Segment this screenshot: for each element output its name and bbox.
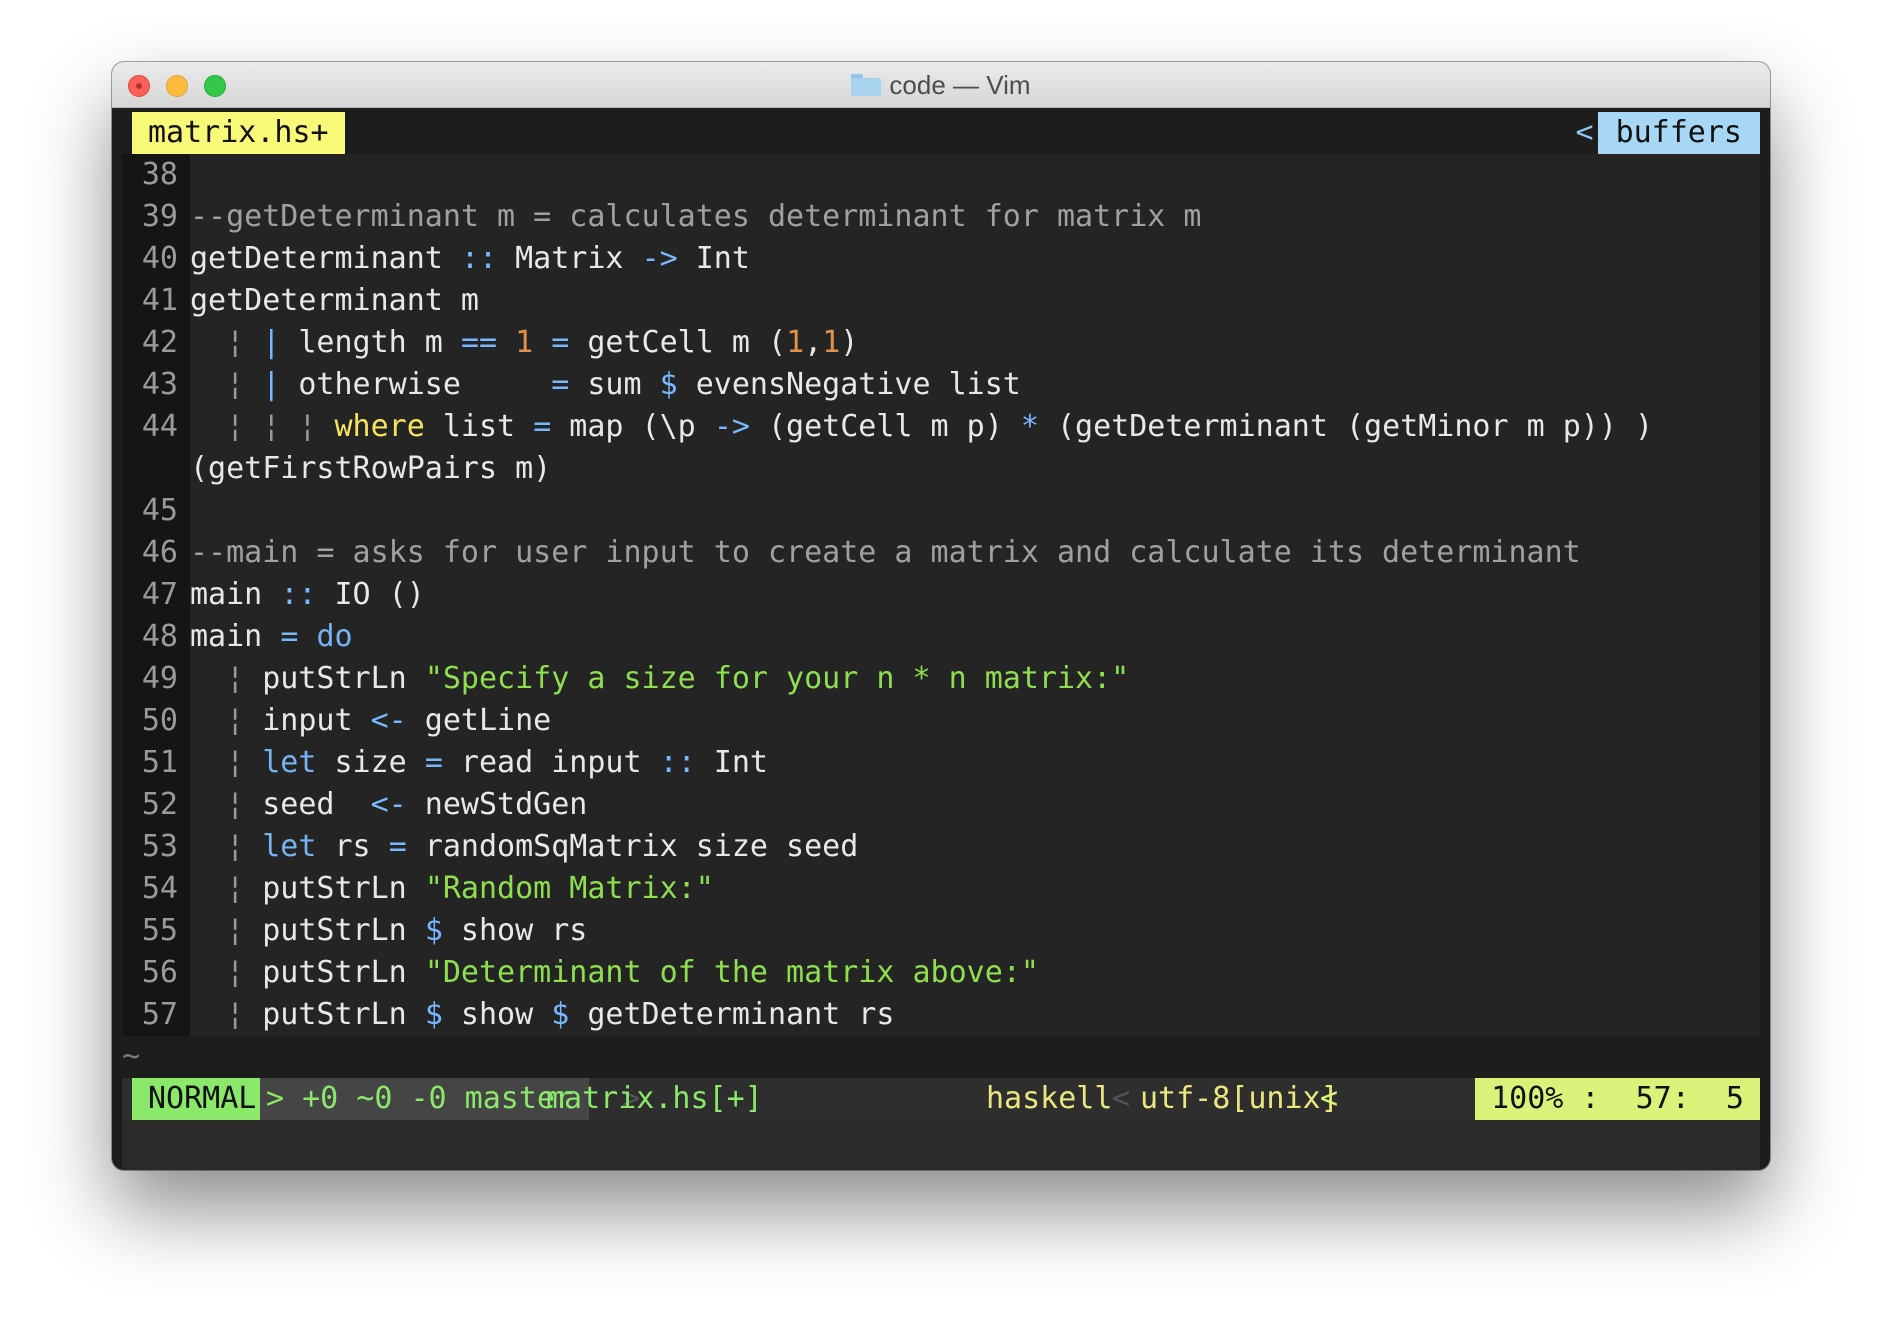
- code-line[interactable]: 50 ¦ input <- getLine: [122, 700, 1760, 742]
- code-line[interactable]: 51 ¦ let size = read input :: Int: [122, 742, 1760, 784]
- line-number: 54: [141, 871, 178, 906]
- line-number: 57: [141, 997, 178, 1032]
- editor-pane[interactable]: 38 39 --getDeterminant m = calculates dete…: [122, 154, 1760, 1036]
- titlebar[interactable]: code — Vim: [112, 62, 1770, 108]
- code-line[interactable]: 49 ¦ putStrLn "Specify a size for your n…: [122, 658, 1760, 700]
- code-lines[interactable]: 38 39 --getDeterminant m = calculates dete…: [122, 154, 1760, 1036]
- statusline: NORMAL > +0 ~0 -0 master > matrix.hs[+] …: [122, 1078, 1760, 1120]
- code-text: ¦ | length m == 1 = getCell m (1,1): [226, 325, 859, 360]
- code-line[interactable]: 52 ¦ seed <- newStdGen: [122, 784, 1760, 826]
- code-text: ¦ | otherwise = sum $ evensNegative list: [226, 367, 1021, 402]
- code-line[interactable]: 54 ¦ putStrLn "Random Matrix:": [122, 868, 1760, 910]
- line-number: 47: [141, 577, 178, 612]
- code-text: (getFirstRowPairs m): [190, 451, 552, 486]
- line-number: 48: [141, 619, 178, 654]
- code-line[interactable]: 56 ¦ putStrLn "Determinant of the matrix…: [122, 952, 1760, 994]
- line-number: 44: [141, 409, 178, 444]
- line-number: 42: [141, 325, 178, 360]
- line-number: 46: [141, 535, 178, 570]
- code-line[interactable]: 46 --main = asks for user input to create…: [122, 532, 1760, 574]
- line-number: 45: [141, 493, 178, 528]
- window-title: code — Vim: [112, 62, 1770, 108]
- code-line[interactable]: 57 ¦ putStrLn $ show $ getDeterminant rs: [122, 994, 1760, 1036]
- line-number: 49: [141, 661, 178, 696]
- line-number: 43: [141, 367, 178, 402]
- code-line[interactable]: (getFirstRowPairs m): [122, 448, 1760, 490]
- terminal-area[interactable]: matrix.hs+ < buffers 38 39 --getDeterminan…: [122, 112, 1760, 1170]
- line-number: 39: [141, 199, 178, 234]
- code-line[interactable]: 43 ¦ | otherwise = sum $ evensNegative l…: [122, 364, 1760, 406]
- encoding-separator-icon: <: [1112, 1081, 1131, 1116]
- buffers-indicator: < buffers: [1575, 112, 1760, 154]
- code-text: ¦ let rs = randomSqMatrix size seed: [226, 829, 859, 864]
- code-text: ¦ let size = read input :: Int: [226, 745, 768, 780]
- code-text: ¦ putStrLn "Specify a size for your n * …: [226, 661, 1130, 696]
- code-text: ¦ input <- getLine: [226, 703, 552, 738]
- code-line[interactable]: 41 getDeterminant m: [122, 280, 1760, 322]
- code-line[interactable]: 44 ¦ ¦ ¦ where list = map (\p -> (getCel…: [122, 406, 1760, 448]
- code-line[interactable]: 38: [122, 154, 1760, 196]
- line-number: 52: [141, 787, 178, 822]
- code-line[interactable]: 48 main = do: [122, 616, 1760, 658]
- line-number: 55: [141, 913, 178, 948]
- code-text: ¦ putStrLn "Determinant of the matrix ab…: [226, 955, 1039, 990]
- line-number: 40: [141, 241, 178, 276]
- buffers-separator-icon: <: [1575, 115, 1594, 150]
- line-number: 38: [141, 157, 178, 192]
- tabline: matrix.hs+ < buffers: [122, 112, 1760, 154]
- cursor-position: 100% : 57: 5: [1475, 1078, 1760, 1120]
- code-line[interactable]: 39 --getDeterminant m = calculates determ…: [122, 196, 1760, 238]
- buffers-label[interactable]: buffers: [1597, 112, 1760, 154]
- code-text: ¦ putStrLn $ show $ getDeterminant rs: [226, 997, 895, 1032]
- code-line[interactable]: 47 main :: IO (): [122, 574, 1760, 616]
- code-line[interactable]: 40 getDeterminant :: Matrix -> Int: [122, 238, 1760, 280]
- code-text: main = do: [190, 619, 353, 654]
- code-text: main :: IO (): [190, 577, 425, 612]
- line-number: 51: [141, 745, 178, 780]
- code-text: --main = asks for user input to create a…: [190, 535, 1581, 570]
- git-status: > +0 ~0 -0 master: [260, 1078, 590, 1120]
- window-title-text: code — Vim: [889, 69, 1031, 100]
- statusline-filename: matrix.hs[+]: [546, 1081, 763, 1116]
- line-number: 53: [141, 829, 178, 864]
- code-line[interactable]: 45: [122, 490, 1760, 532]
- folder-icon: [851, 74, 882, 96]
- code-line[interactable]: 55 ¦ putStrLn $ show rs: [122, 910, 1760, 952]
- code-text: getDeterminant :: Matrix -> Int: [190, 241, 750, 276]
- empty-line-tilde: ~: [122, 1039, 141, 1074]
- position-separator-icon: <: [1320, 1081, 1339, 1116]
- tab-matrix-hs[interactable]: matrix.hs+: [132, 112, 345, 154]
- line-number: 41: [141, 283, 178, 318]
- vim-window: code — Vim matrix.hs+ < buffers 38 39 --ge…: [112, 62, 1770, 1170]
- code-text: ¦ putStrLn "Random Matrix:": [226, 871, 714, 906]
- statusline-filetype: haskell: [986, 1081, 1113, 1116]
- code-text: ¦ ¦ ¦ where list = map (\p -> (getCell m…: [226, 409, 1654, 444]
- code-text: ¦ seed <- newStdGen: [226, 787, 588, 822]
- line-number: 56: [141, 955, 178, 990]
- code-text: --getDeterminant m = calculates determin…: [190, 199, 1202, 234]
- statusline-encoding: utf-8[unix]: [1140, 1081, 1339, 1116]
- code-text: ¦ putStrLn $ show rs: [226, 913, 588, 948]
- code-line[interactable]: 53 ¦ let rs = randomSqMatrix size seed: [122, 826, 1760, 868]
- mode-indicator: NORMAL: [132, 1078, 273, 1120]
- code-line[interactable]: 42 ¦ | length m == 1 = getCell m (1,1): [122, 322, 1760, 364]
- command-line[interactable]: [122, 1120, 1760, 1170]
- line-number: 50: [141, 703, 178, 738]
- code-text: getDeterminant m: [190, 283, 479, 318]
